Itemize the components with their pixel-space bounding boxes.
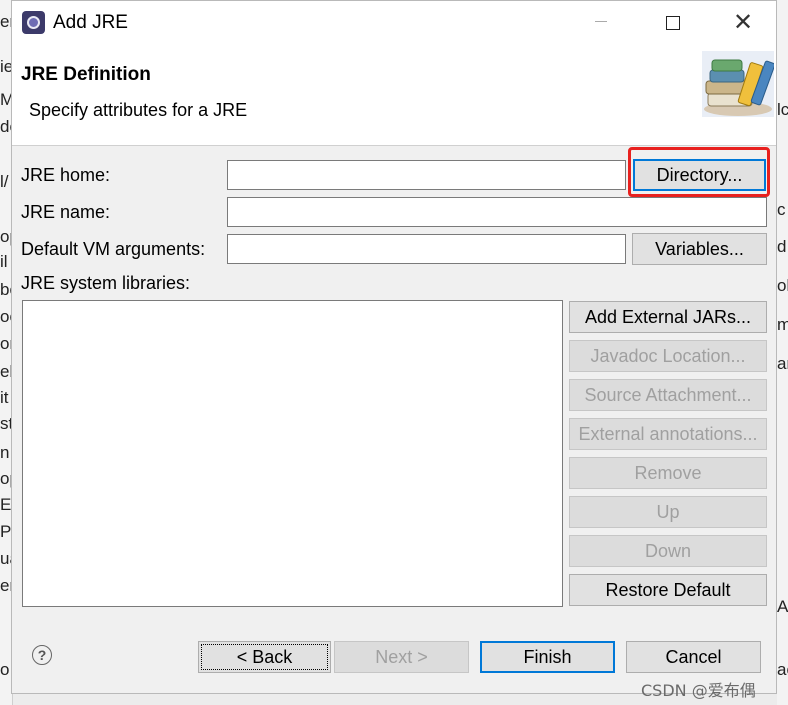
- external-annotations-button[interactable]: External annotations...: [569, 418, 767, 450]
- down-button[interactable]: Down: [569, 535, 767, 567]
- bg-fragment: m: [777, 315, 788, 334]
- wizard-header: JRE Definition Specify attributes for a …: [12, 45, 776, 146]
- bg-fragment: c: [777, 200, 786, 219]
- annotation-highlight-box: [628, 147, 770, 197]
- minimize-button[interactable]: [578, 1, 624, 45]
- vm-arguments-label: Default VM arguments:: [21, 239, 206, 259]
- bg-fragment: d: [777, 237, 787, 256]
- bg-fragment: ar: [777, 354, 788, 373]
- finish-button[interactable]: Finish: [480, 641, 615, 673]
- add-jre-dialog: Add JRE ✕ JRE Definition Specify attribu…: [11, 0, 777, 694]
- jre-library-books-icon: [702, 51, 774, 117]
- minimize-icon: [595, 20, 607, 22]
- watermark-text: CSDN @爱布偶: [641, 681, 756, 700]
- close-icon: ✕: [732, 9, 754, 36]
- bg-fragment: lc: [777, 100, 788, 119]
- jre-home-label: JRE home:: [21, 165, 111, 185]
- up-button[interactable]: Up: [569, 496, 767, 528]
- jre-home-input[interactable]: [227, 160, 626, 190]
- variables-button[interactable]: Variables...: [632, 233, 767, 265]
- add-external-jars-button[interactable]: Add External JARs...: [569, 301, 767, 333]
- back-button[interactable]: < Back: [198, 641, 331, 673]
- eclipse-app-icon: [22, 11, 45, 34]
- vm-arguments-input[interactable]: [227, 234, 626, 264]
- bg-fragment: Ap: [777, 597, 788, 616]
- jre-name-label: JRE name:: [21, 202, 111, 222]
- maximize-icon: [666, 16, 680, 30]
- maximize-button[interactable]: [650, 1, 696, 45]
- bg-fragment: oli: [777, 276, 788, 295]
- next-button[interactable]: Next >: [334, 641, 469, 673]
- source-attachment-button[interactable]: Source Attachment...: [569, 379, 767, 411]
- close-button[interactable]: ✕: [720, 1, 766, 45]
- background-window-right: lc c d oli m ar Ap ac: [777, 0, 788, 705]
- page-title: JRE Definition: [21, 64, 151, 85]
- cancel-button[interactable]: Cancel: [626, 641, 761, 673]
- restore-default-button[interactable]: Restore Default: [569, 574, 767, 606]
- system-libraries-list[interactable]: [22, 300, 563, 607]
- remove-button[interactable]: Remove: [569, 457, 767, 489]
- bg-fragment: ac: [777, 660, 788, 679]
- title-bar: Add JRE ✕: [12, 1, 776, 45]
- jre-name-input[interactable]: [227, 197, 767, 227]
- window-title: Add JRE: [53, 12, 128, 33]
- help-icon[interactable]: ?: [32, 645, 52, 665]
- system-libraries-label: JRE system libraries:: [21, 273, 191, 293]
- javadoc-location-button[interactable]: Javadoc Location...: [569, 340, 767, 372]
- page-description: Specify attributes for a JRE: [29, 100, 248, 120]
